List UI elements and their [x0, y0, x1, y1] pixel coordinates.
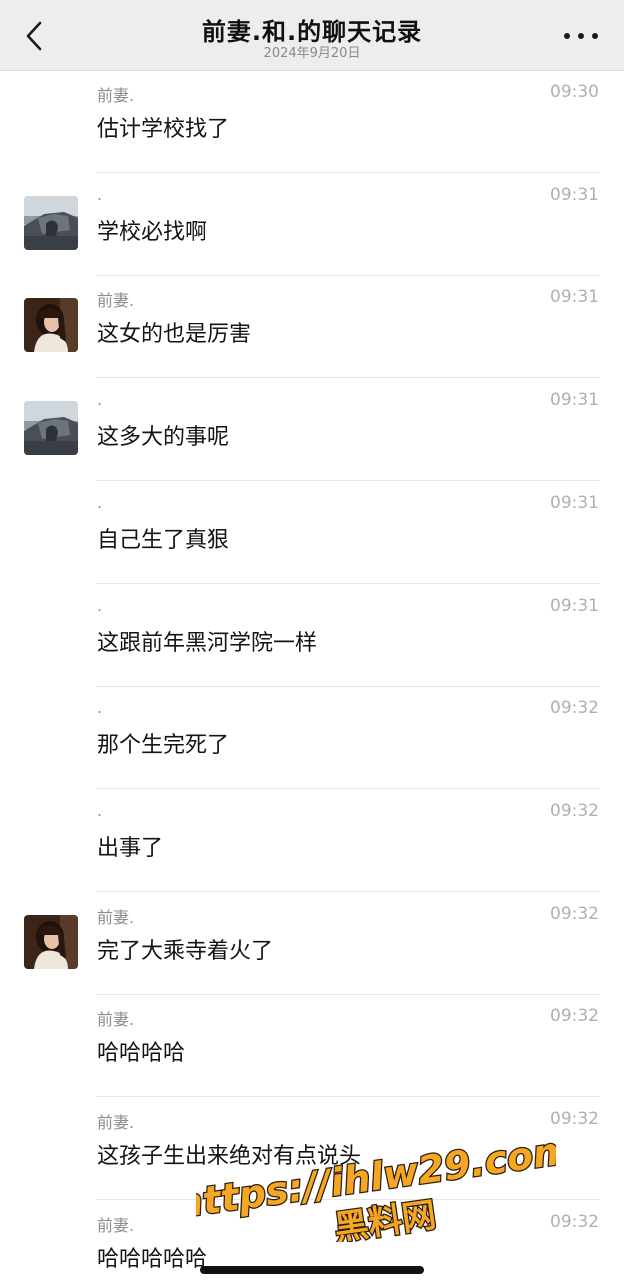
- message-text[interactable]: 学校必找啊: [97, 214, 207, 246]
- message-item[interactable]: . 09:31 自己生了真狠: [0, 482, 624, 584]
- message-text[interactable]: 这女的也是厉害: [97, 316, 251, 348]
- message-time: 09:31: [550, 492, 599, 513]
- message-sender: .: [97, 595, 103, 615]
- message-text[interactable]: 出事了: [97, 830, 163, 862]
- message-time: 09:32: [550, 1109, 599, 1129]
- message-item[interactable]: 前妻. 09:32 哈哈哈哈: [0, 995, 624, 1098]
- message-time: 09:32: [550, 1211, 599, 1232]
- chat-date: 2024年9月20日: [263, 46, 361, 61]
- message-sender: 前妻.: [97, 86, 135, 105]
- message-text[interactable]: 完了大乘寺着火了: [97, 933, 273, 965]
- message-text[interactable]: 这多大的事呢: [97, 419, 229, 451]
- message-sender: 前妻.: [97, 1010, 135, 1030]
- message-time: 09:31: [550, 287, 599, 308]
- message-item[interactable]: . 09:31 这跟前年黑河学院一样: [0, 585, 624, 687]
- message-sender: .: [97, 492, 103, 512]
- message-time: 09:32: [550, 903, 599, 924]
- message-item[interactable]: . 09:31 学校必找啊: [0, 174, 624, 276]
- message-item[interactable]: . 09:32 那个生完死了: [0, 687, 624, 790]
- message-text[interactable]: 哈哈哈哈哈: [97, 1241, 207, 1273]
- chat-header: 前妻.和.的聊天记录 2024年9月20日: [0, 0, 624, 71]
- message-sender: 前妻.: [97, 1113, 135, 1132]
- message-sender: .: [97, 698, 103, 718]
- message-text[interactable]: 那个生完死了: [97, 727, 229, 759]
- message-text[interactable]: 哈哈哈哈: [97, 1035, 185, 1067]
- message-sender: .: [97, 800, 103, 820]
- message-time: 09:31: [550, 184, 599, 205]
- message-item[interactable]: 前妻. 09:31 这女的也是厉害: [0, 276, 624, 379]
- message-text[interactable]: 这跟前年黑河学院一样: [97, 625, 317, 657]
- message-text[interactable]: 估计学校找了: [97, 111, 229, 143]
- message-sender: 前妻.: [97, 1215, 135, 1235]
- message-item[interactable]: . 09:31 这多大的事呢: [0, 379, 624, 482]
- message-item[interactable]: 前妻. 09:30 估计学校找了: [0, 71, 624, 173]
- site-watermark: https://ihlw29.com 黑料网: [196, 1142, 556, 1242]
- message-text[interactable]: 自己生了真狠: [97, 522, 229, 554]
- avatar[interactable]: [24, 914, 78, 969]
- avatar[interactable]: [24, 401, 78, 456]
- avatar[interactable]: [24, 298, 78, 353]
- message-sender: 前妻.: [97, 907, 135, 927]
- message-sender: 前妻.: [97, 291, 135, 311]
- message-time: 09:32: [550, 698, 599, 719]
- message-time: 09:31: [550, 595, 599, 616]
- avatar[interactable]: [24, 195, 78, 250]
- message-item[interactable]: . 09:32 出事了: [0, 790, 624, 892]
- message-time: 09:30: [550, 82, 599, 102]
- message-time: 09:32: [550, 1006, 599, 1027]
- message-sender: .: [97, 184, 103, 204]
- message-time: 09:32: [550, 800, 599, 821]
- home-indicator[interactable]: [200, 1266, 424, 1274]
- message-time: 09:31: [550, 390, 599, 411]
- message-item[interactable]: 前妻. 09:32 完了大乘寺着火了: [0, 893, 624, 995]
- more-options-icon[interactable]: [564, 30, 600, 42]
- message-sender: .: [97, 390, 103, 410]
- message-list[interactable]: 前妻. 09:30 估计学校找了. 09:31 学校必找啊 前妻. 09:31 这女的也是厉害…: [0, 71, 624, 1280]
